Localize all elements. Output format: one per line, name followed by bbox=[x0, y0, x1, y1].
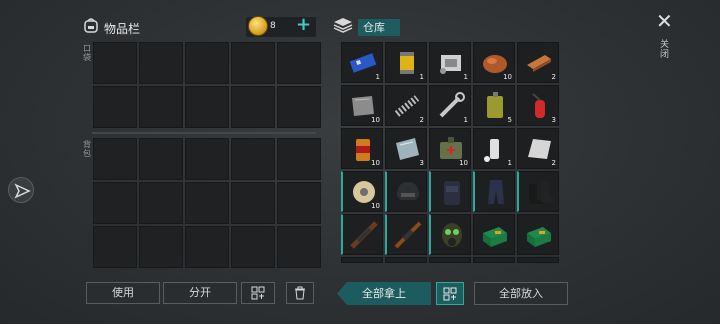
pocket-slot[interactable] bbox=[185, 86, 229, 128]
backpack-slot[interactable] bbox=[93, 182, 137, 224]
item-count: 2 bbox=[419, 116, 424, 124]
warehouse-slot[interactable] bbox=[385, 214, 427, 255]
warehouse-slot[interactable] bbox=[429, 214, 471, 255]
backpack-slot[interactable] bbox=[231, 182, 275, 224]
warehouse-slot[interactable]: 1 bbox=[341, 42, 383, 83]
use-button[interactable]: 使用 bbox=[86, 282, 160, 304]
backpack-slot[interactable] bbox=[277, 182, 321, 224]
pocket-slot[interactable] bbox=[231, 86, 275, 128]
pocket-slot[interactable] bbox=[277, 86, 321, 128]
item-count: 10 bbox=[503, 73, 512, 81]
item-count: 1 bbox=[375, 73, 380, 81]
warehouse-slot[interactable]: 10 bbox=[341, 85, 383, 126]
warehouse-slot[interactable] bbox=[517, 214, 559, 255]
pocket-slot[interactable] bbox=[185, 42, 229, 84]
item-count: 10 bbox=[371, 159, 380, 167]
item-count: 1 bbox=[463, 116, 468, 124]
item-count: 3 bbox=[419, 159, 424, 167]
grid-sort-icon bbox=[251, 286, 265, 300]
close-label: 关闭 bbox=[660, 40, 670, 60]
warehouse-slot[interactable]: 5 bbox=[473, 85, 515, 126]
backpack-slot[interactable] bbox=[185, 226, 229, 268]
discard-button[interactable] bbox=[286, 282, 314, 304]
backpack-slot[interactable] bbox=[277, 226, 321, 268]
warehouse-slot[interactable] bbox=[385, 257, 427, 263]
pocket-slot[interactable] bbox=[277, 42, 321, 84]
backpack-slot[interactable] bbox=[231, 138, 275, 180]
warehouse-slot[interactable]: 2 bbox=[385, 85, 427, 126]
warehouse-slot[interactable]: 3 bbox=[517, 85, 559, 126]
backpack-slot[interactable] bbox=[93, 138, 137, 180]
warehouse-slot[interactable]: 10 bbox=[429, 128, 471, 169]
warehouse-slot[interactable] bbox=[429, 257, 471, 263]
warehouse-slot[interactable]: 2 bbox=[517, 128, 559, 169]
warehouse-slot[interactable] bbox=[341, 214, 383, 255]
warehouse-slot[interactable]: 2 bbox=[517, 42, 559, 83]
trash-icon bbox=[295, 286, 305, 300]
backpack-slot[interactable] bbox=[139, 226, 183, 268]
warehouse-slot[interactable] bbox=[341, 257, 383, 263]
backpack-slot[interactable] bbox=[231, 226, 275, 268]
take-all-button[interactable]: 全部拿上 bbox=[337, 282, 431, 305]
item-count: 2 bbox=[551, 73, 556, 81]
warehouse-slot[interactable] bbox=[517, 171, 559, 212]
pocket-label: 口袋 bbox=[83, 44, 91, 62]
add-coins-button[interactable]: + bbox=[296, 15, 311, 35]
pocket-slot[interactable] bbox=[231, 42, 275, 84]
pocket-slot[interactable] bbox=[139, 42, 183, 84]
backpack-slot[interactable] bbox=[93, 226, 137, 268]
backpack-slot[interactable] bbox=[185, 182, 229, 224]
item-count: 1 bbox=[463, 73, 468, 81]
split-button[interactable]: 分开 bbox=[163, 282, 237, 304]
backpack-slot[interactable] bbox=[185, 138, 229, 180]
warehouse-slot[interactable]: 1 bbox=[429, 42, 471, 83]
send-icon bbox=[14, 183, 31, 199]
pocket-slot[interactable] bbox=[93, 86, 137, 128]
warehouse-title: 仓库 bbox=[358, 19, 400, 36]
item-count: 2 bbox=[551, 159, 556, 167]
coin-icon bbox=[248, 16, 268, 36]
grid-sort-icon bbox=[443, 287, 457, 301]
warehouse-slot[interactable]: 10 bbox=[473, 42, 515, 83]
backpack-grid bbox=[93, 138, 321, 268]
backpack-slot[interactable] bbox=[139, 182, 183, 224]
item-count: 5 bbox=[507, 116, 512, 124]
pocket-slot[interactable] bbox=[139, 86, 183, 128]
pocket-slot[interactable] bbox=[93, 42, 137, 84]
backpack-icon bbox=[82, 16, 100, 34]
item-count: 1 bbox=[419, 73, 424, 81]
backpack-slot[interactable] bbox=[139, 138, 183, 180]
put-all-button[interactable]: 全部放入 bbox=[474, 282, 568, 305]
item-count: 10 bbox=[371, 116, 380, 124]
warehouse-slot[interactable]: 1 bbox=[429, 85, 471, 126]
sort-inventory-button[interactable] bbox=[241, 282, 275, 304]
warehouse-slot[interactable]: 1 bbox=[473, 128, 515, 169]
warehouse-slot[interactable] bbox=[517, 257, 559, 263]
close-button[interactable]: ✕ bbox=[656, 11, 673, 31]
coin-count: 8 bbox=[270, 21, 276, 31]
item-count: 10 bbox=[459, 159, 468, 167]
warehouse-slot[interactable] bbox=[385, 171, 427, 212]
backpack-slot[interactable] bbox=[277, 138, 321, 180]
warehouse-slot[interactable]: 10 bbox=[341, 128, 383, 169]
warehouse-slot[interactable] bbox=[473, 214, 515, 255]
warehouse-slot[interactable]: 10 bbox=[341, 171, 383, 212]
sort-warehouse-button[interactable] bbox=[436, 282, 464, 305]
inventory-title: 物品栏 bbox=[104, 22, 141, 36]
warehouse-slot[interactable]: 1 bbox=[385, 42, 427, 83]
section-divider bbox=[92, 132, 316, 134]
warehouse-slot[interactable] bbox=[473, 257, 515, 263]
backpack-label: 背包 bbox=[83, 140, 91, 158]
warehouse-slot[interactable] bbox=[473, 171, 515, 212]
warehouse-grid: 1 1 1 10 2 10 2 1 5 3 10 3 10 1 2 10 bbox=[341, 42, 559, 263]
item-count: 1 bbox=[507, 159, 512, 167]
warehouse-slot[interactable]: 3 bbox=[385, 128, 427, 169]
item-count: 3 bbox=[551, 116, 556, 124]
item-count: 10 bbox=[371, 202, 380, 210]
pocket-grid bbox=[93, 42, 321, 128]
share-button[interactable] bbox=[8, 177, 34, 203]
warehouse-slot[interactable] bbox=[429, 171, 471, 212]
warehouse-icon bbox=[332, 16, 354, 36]
